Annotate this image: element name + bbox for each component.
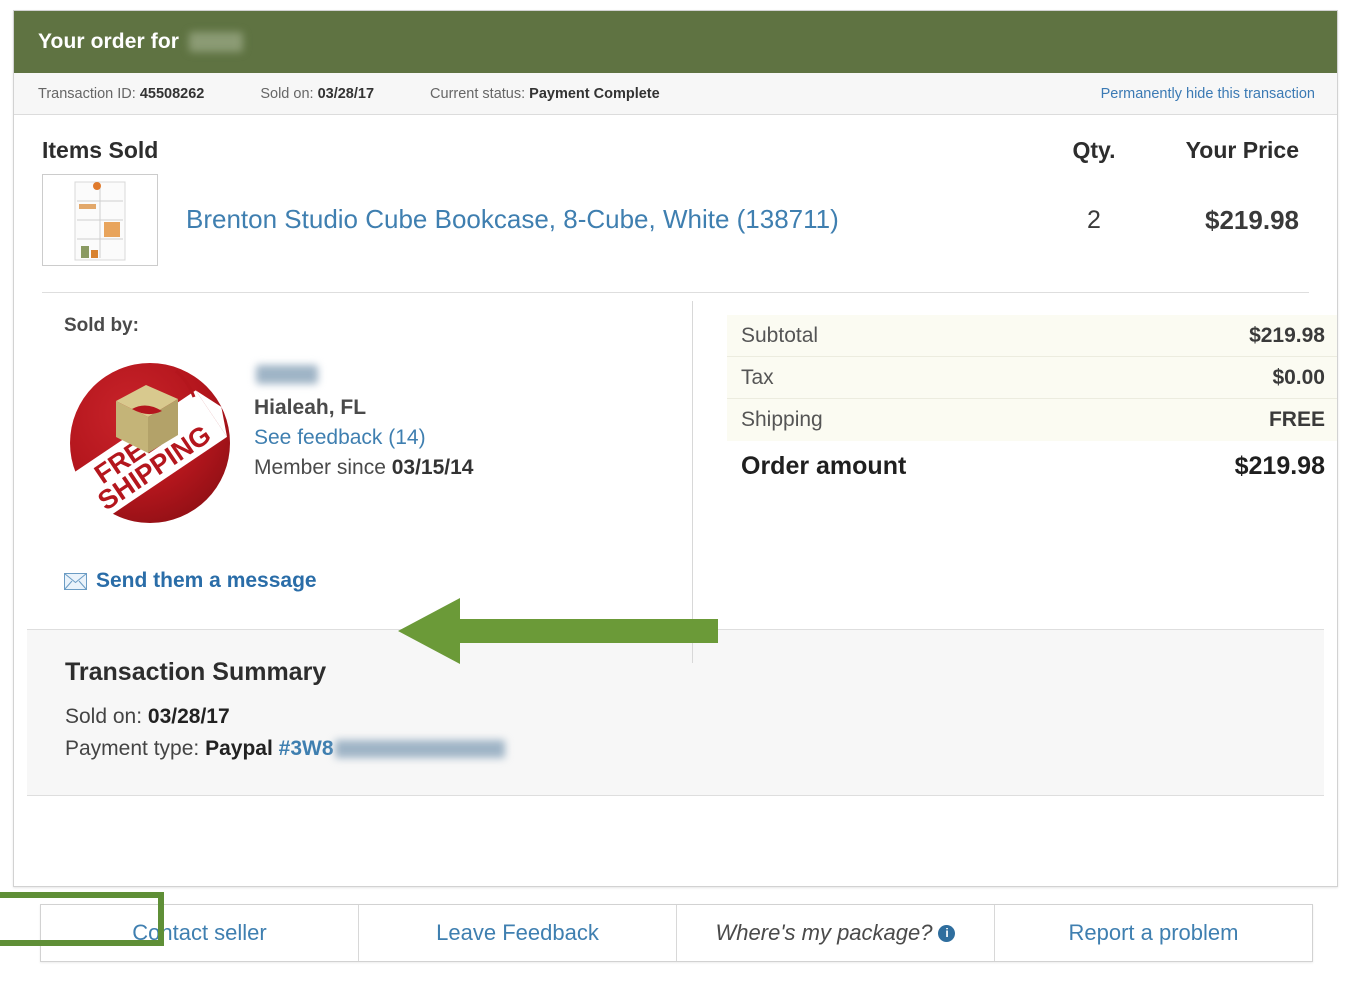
order-amount-row: Order amount $219.98 — [727, 441, 1337, 491]
price-column-header: Your Price — [1185, 137, 1299, 163]
summary-payment-type: Payment type: Paypal #3W8 — [65, 737, 1324, 761]
report-problem-button[interactable]: Report a problem — [995, 905, 1312, 961]
order-title-bar: Your order for — [14, 11, 1337, 73]
transaction-id-value: 45508262 — [139, 85, 205, 102]
items-sold-title: Items Sold — [42, 137, 159, 163]
item-qty: 2 — [1087, 205, 1101, 234]
sold-on-label: Sold on: — [260, 85, 314, 102]
item-thumbnail-frame[interactable] — [42, 174, 158, 266]
seller-location: Hialeah, FL — [254, 396, 367, 419]
summary-payment-label: Payment type: — [65, 737, 200, 760]
send-message-link[interactable]: Send them a message — [64, 569, 692, 593]
seller-column: Sold by: FREE SHIPPING Hialeah, FL See f… — [42, 293, 692, 593]
see-feedback-link[interactable]: See feedback (14) — [254, 426, 473, 450]
order-totals: Subtotal $219.98 Tax $0.00 Shipping FREE… — [727, 315, 1337, 491]
order-body: Sold by: FREE SHIPPING Hialeah, FL See f… — [14, 293, 1337, 663]
member-since-label: Member since — [254, 456, 386, 479]
page-title: Your order for — [38, 30, 180, 53]
action-bar: Contact seller Leave Feedback Where's my… — [0, 892, 1313, 962]
seller-avatar[interactable]: FREE SHIPPING — [64, 355, 236, 527]
info-icon[interactable]: i — [938, 924, 956, 942]
item-title-link[interactable]: Brenton Studio Cube Bookcase, 8-Cube, Wh… — [158, 204, 1039, 235]
shipping-value: FREE — [1268, 408, 1325, 431]
item-row: Brenton Studio Cube Bookcase, 8-Cube, Wh… — [14, 164, 1337, 266]
seller-name-redacted — [256, 365, 318, 384]
totals-row-tax: Tax $0.00 — [727, 357, 1337, 399]
member-since: Member since 03/15/14 — [254, 456, 473, 480]
current-status-value: Payment Complete — [529, 85, 660, 102]
order-amount-value: $219.98 — [1234, 451, 1325, 480]
contact-seller-button[interactable]: Contact seller — [0, 892, 359, 961]
items-sold-header: Items Sold Qty. Your Price — [14, 115, 1337, 164]
send-message-label: Send them a message — [96, 569, 317, 592]
summary-sold-on-value: 03/28/17 — [147, 705, 230, 728]
seller-info: Hialeah, FL See feedback (14) Member sin… — [236, 355, 473, 527]
leave-feedback-label: Leave Feedback — [436, 920, 599, 945]
summary-payment-ref: #3W8 — [278, 737, 334, 760]
order-card: Your order for Transaction ID: 45508262 … — [13, 10, 1338, 887]
sold-on-value: 03/28/17 — [317, 85, 375, 102]
subtotal-label: Subtotal — [741, 323, 819, 347]
transaction-summary: Transaction Summary Sold on: 03/28/17 Pa… — [27, 629, 1324, 796]
member-since-value: 03/15/14 — [391, 456, 474, 479]
qty-column-header: Qty. — [1072, 137, 1116, 163]
tax-label: Tax — [741, 365, 774, 389]
contact-seller-label: Contact seller — [132, 920, 267, 945]
bookcase-thumbnail-icon — [74, 181, 126, 261]
totals-column: Subtotal $219.98 Tax $0.00 Shipping FREE… — [692, 293, 1337, 593]
totals-row-subtotal: Subtotal $219.98 — [727, 315, 1337, 357]
wheres-my-package-label: Where's my package? — [715, 920, 933, 945]
transaction-id-label: Transaction ID: — [38, 85, 136, 102]
hide-transaction-link[interactable]: Permanently hide this transaction — [1101, 86, 1315, 102]
free-shipping-badge-icon: FREE SHIPPING — [69, 363, 230, 523]
buyer-name-redacted — [189, 32, 244, 52]
envelope-icon — [64, 572, 87, 590]
order-amount-label: Order amount — [741, 451, 907, 480]
sold-on-item: Sold on: 03/28/17 — [260, 86, 374, 102]
summary-sold-on-label: Sold on: — [65, 705, 143, 728]
current-status-label: Current status: — [430, 85, 526, 102]
subtotal-value: $219.98 — [1249, 323, 1325, 347]
transaction-summary-title: Transaction Summary — [65, 658, 327, 686]
transaction-id-item: Transaction ID: 45508262 — [38, 86, 204, 102]
tax-value: $0.00 — [1272, 365, 1325, 389]
summary-payment-ref-redacted — [334, 740, 505, 759]
order-details-page: Your order for Transaction ID: 45508262 … — [0, 0, 1352, 984]
wheres-my-package-button[interactable]: Where's my package? i — [677, 905, 995, 961]
totals-row-shipping: Shipping FREE — [727, 399, 1337, 441]
sold-by-label: Sold by: — [64, 315, 139, 336]
current-status-item: Current status: Payment Complete — [430, 86, 660, 102]
seller-block: FREE SHIPPING Hialeah, FL See feedback (… — [64, 355, 692, 527]
leave-feedback-button[interactable]: Leave Feedback — [359, 905, 677, 961]
summary-sold-on: Sold on: 03/28/17 — [65, 705, 1324, 729]
transaction-info-bar: Transaction ID: 45508262 Sold on: 03/28/… — [14, 73, 1337, 115]
item-price: $219.98 — [1205, 204, 1299, 235]
column-divider — [692, 301, 693, 663]
report-problem-label: Report a problem — [1068, 920, 1239, 945]
summary-payment-method: Paypal — [205, 737, 273, 760]
shipping-label: Shipping — [741, 408, 823, 431]
